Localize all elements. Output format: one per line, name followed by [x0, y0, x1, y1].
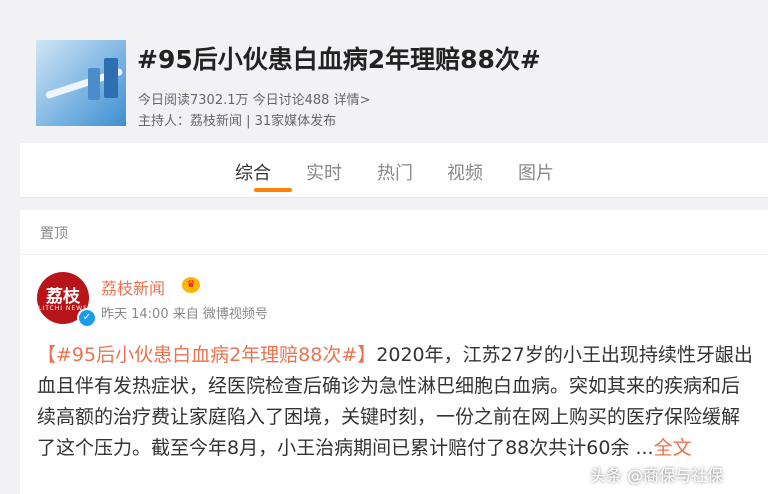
post-card: 荔枝 LITCHI NEWS ✓ 荔枝新闻 ♛ 昨天 14:00 来自 微博视频…: [20, 255, 768, 494]
tab-hot[interactable]: 热门: [377, 159, 413, 185]
source-watermark: 头条 @商保与社保: [590, 466, 724, 485]
avatar-logo-text: 荔枝: [46, 287, 80, 307]
tab-images[interactable]: 图片: [518, 159, 554, 185]
tab-all[interactable]: 综合: [235, 159, 271, 185]
topic-title: #95后小伙患白血病2年理赔88次#: [137, 45, 541, 74]
author-name[interactable]: 荔枝新闻: [101, 275, 165, 299]
verified-icon: ✓: [77, 308, 97, 328]
pinned-label: 置顶: [40, 226, 68, 242]
vip-crown-icon: ♛: [182, 277, 200, 293]
pinned-section-header: 置顶: [20, 210, 768, 255]
tab-video[interactable]: 视频: [447, 159, 483, 185]
topic-tag-link[interactable]: 【#95后小伙患白血病2年理赔88次#】: [37, 344, 376, 366]
tab-realtime[interactable]: 实时: [306, 159, 342, 185]
topic-stats[interactable]: 今日阅读7302.1万 今日讨论488 详情>: [138, 89, 370, 108]
tab-bar: 综合 实时 热门 视频 图片: [20, 143, 768, 198]
topic-host: 主持人：荔枝新闻 | 31家媒体发布: [138, 114, 337, 129]
topic-header: #95后小伙患白血病2年理赔88次# 今日阅读7302.1万 今日讨论488 详…: [0, 0, 768, 143]
vial-icon: [104, 58, 118, 98]
active-tab-indicator: [254, 188, 292, 192]
expand-full-text-link[interactable]: 全文: [654, 437, 692, 459]
vial-icon: [88, 68, 100, 100]
post-text: 【#95后小伙患白血病2年理赔88次#】2020年，江苏27岁的小王出现持续性牙…: [37, 340, 755, 464]
topic-thumbnail[interactable]: [36, 40, 126, 126]
post-meta: 昨天 14:00 来自 微博视频号: [101, 307, 268, 322]
